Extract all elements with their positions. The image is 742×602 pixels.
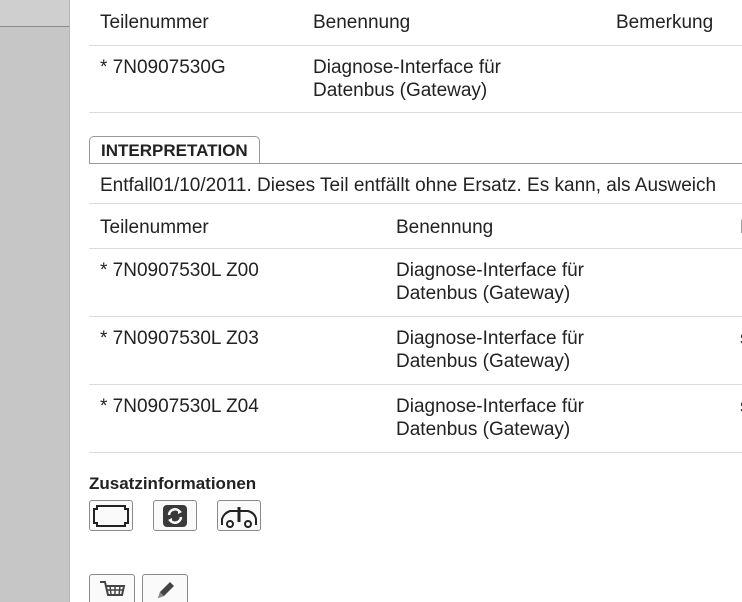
table-row[interactable]: * 7N0907530L Z00 Diagnose-Interface für … (89, 249, 742, 317)
additional-info-title: Zusatzinformationen (89, 474, 257, 493)
main-content: Teilenummer Benennung Bemerkung * 7N0907… (70, 0, 742, 602)
add-to-cart-button[interactable] (89, 574, 135, 602)
header-part-number: Teilenummer (100, 217, 209, 238)
header-remark: Bemerkung (616, 12, 714, 33)
designation-line1: Diagnose-Interface für (396, 396, 584, 417)
vehicle-info-button[interactable] (217, 500, 261, 531)
frame-button[interactable] (89, 500, 133, 531)
left-sidebar (0, 0, 70, 602)
table-row[interactable]: * 7N0907530L Z04 Diagnose-Interface für … (89, 385, 742, 453)
interpretation-tab[interactable]: INTERPRETATION (89, 136, 260, 163)
designation-line1: Diagnose-Interface für (396, 328, 584, 349)
interpretation-panel: Entfall01/10/2011. Dieses Teil entfällt … (89, 163, 742, 196)
parts-table-current: Teilenummer Benennung Bemerkung * 7N0907… (89, 0, 742, 113)
part-number: * 7N0907530G (100, 57, 226, 78)
refresh-icon (163, 504, 187, 527)
table-header: Teilenummer Benennung Bemerkung (89, 0, 742, 46)
header-designation: Benennung (396, 217, 494, 238)
header-part-number: Teilenummer (100, 12, 209, 33)
car-info-icon (221, 506, 257, 528)
part-number: * 7N0907530L Z03 (100, 328, 259, 349)
table-row[interactable]: * 7N0907530L Z03 Diagnose-Interface für … (89, 317, 742, 385)
pencil-icon (158, 582, 174, 598)
part-number: * 7N0907530L Z04 (100, 396, 259, 417)
shopping-cart-icon (100, 581, 126, 596)
frame-icon (93, 504, 129, 527)
designation-line2: Datenbus (Gateway) (313, 80, 488, 101)
designation-line2: Datenbus (Gateway) (396, 419, 571, 440)
designation-line1: Diagnose-Interface für (396, 260, 584, 281)
part-number: * 7N0907530L Z00 (100, 260, 259, 281)
designation-line2: Datenbus (Gateway) (396, 283, 571, 304)
header-designation: Benennung (313, 12, 411, 33)
sidebar-tab-strip (0, 0, 69, 27)
refresh-button[interactable] (153, 500, 197, 531)
table-header: Teilenummer Benennung B (89, 203, 742, 249)
parts-table-alternatives: Teilenummer Benennung B * 7N0907530L Z00… (89, 203, 742, 453)
designation-line2: Datenbus (Gateway) (396, 351, 571, 372)
interpretation-text: Entfall01/10/2011. Dieses Teil entfällt … (100, 175, 717, 196)
edit-button[interactable] (142, 574, 188, 602)
designation-line1: Diagnose-Interface für (313, 57, 501, 78)
table-row[interactable]: * 7N0907530G Diagnose-Interface für Date… (89, 46, 742, 113)
